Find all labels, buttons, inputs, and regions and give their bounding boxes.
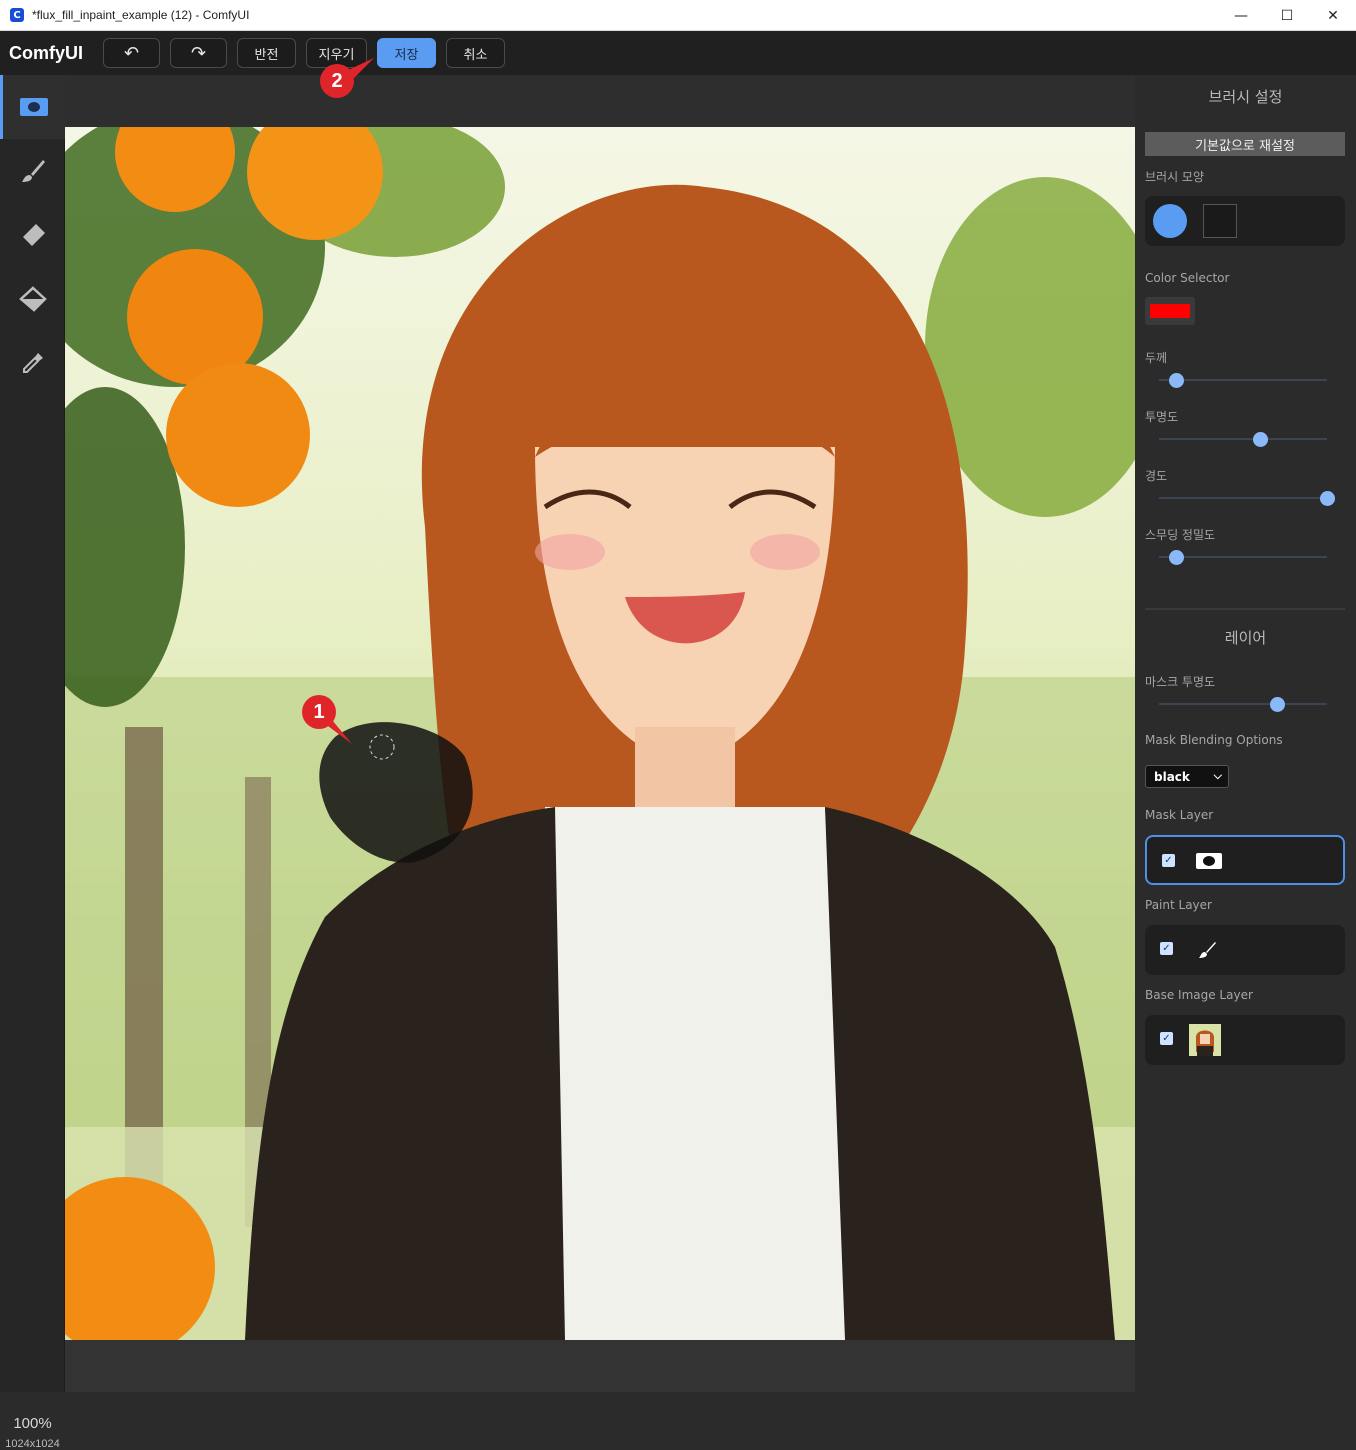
undo-icon: ↶	[123, 42, 140, 64]
mask-blending-value: black	[1154, 769, 1190, 784]
circle-brush-shape[interactable]	[1153, 204, 1187, 238]
hardness-label: 경도	[1145, 469, 1168, 483]
opacity-slider-thumb[interactable]	[1252, 432, 1268, 447]
paint-bucket-icon	[18, 286, 47, 312]
window-title: *flux_fill_inpaint_example (12) - ComfyU…	[32, 8, 250, 22]
paint-brush-tool-button[interactable]	[0, 139, 65, 203]
smoothing-precision-slider[interactable]	[1159, 550, 1327, 565]
brush-settings-title: 브러시 설정	[1208, 88, 1283, 106]
eraser-tool-button[interactable]	[0, 203, 65, 267]
color-selector-label: Color Selector	[1145, 271, 1230, 285]
tool-rail: 100% 1024x1024	[0, 75, 65, 1450]
brush-icon	[21, 160, 45, 182]
maximize-button[interactable]: ☐	[1264, 0, 1310, 31]
mask-layer-checkbox[interactable]: ✓	[1162, 854, 1175, 867]
mask-opacity-label: 마스크 투명도	[1145, 675, 1216, 689]
layers-title: 레이어	[1224, 629, 1267, 647]
invert-button[interactable]: 반전	[237, 38, 296, 68]
eyedropper-icon	[22, 353, 43, 373]
brush-shape-label: 브러시 모양	[1145, 170, 1205, 184]
panel-divider	[1145, 608, 1345, 610]
hardness-slider[interactable]	[1159, 491, 1335, 506]
eraser-icon	[22, 224, 45, 246]
chevron-down-icon: ⌵	[1213, 769, 1222, 782]
mask-blending-label: Mask Blending Options	[1145, 733, 1283, 747]
brand-title: ComfyUI	[9, 42, 84, 63]
paint-layer-brush-icon	[1199, 942, 1216, 958]
mask-layer-label: Mask Layer	[1145, 808, 1214, 822]
anime-girl-illustration	[65, 127, 1135, 1340]
color-picker-tool-button[interactable]	[0, 331, 65, 395]
opacity-label: 투명도	[1145, 410, 1179, 424]
square-brush-shape[interactable]	[1203, 204, 1237, 238]
thickness-label: 두께	[1145, 351, 1168, 365]
paint-layer-label: Paint Layer	[1145, 898, 1212, 912]
base-image-thumbnail	[1189, 1024, 1221, 1056]
hardness-slider-thumb[interactable]	[1320, 491, 1335, 506]
paint-bucket-tool-button[interactable]	[0, 267, 65, 331]
mask-icon	[20, 98, 48, 116]
mask-blending-select[interactable]: black ⌵	[1145, 765, 1229, 788]
annotation-pointer-2	[344, 58, 374, 78]
mask-layer-icon	[1196, 853, 1222, 869]
mask-opacity-slider[interactable]	[1159, 697, 1327, 712]
window-titlebar: C *flux_fill_inpaint_example (12) - Comf…	[0, 0, 1356, 31]
base-image-layer-card[interactable]: ✓	[1145, 1015, 1345, 1065]
color-selector[interactable]	[1145, 297, 1195, 325]
paint-layer-card[interactable]: ✓	[1145, 925, 1345, 975]
opacity-slider[interactable]	[1159, 432, 1327, 447]
smoothing-slider-thumb[interactable]	[1168, 550, 1184, 565]
canvas-dimensions: 1024x1024	[5, 1438, 60, 1450]
base-image-canvas[interactable]	[65, 127, 1135, 1340]
thickness-slider-thumb[interactable]	[1168, 373, 1184, 388]
comfyui-app-icon: C	[10, 8, 24, 22]
canvas-top-strip	[65, 75, 1135, 127]
mask-editor-toolbar: ComfyUI ↶ ↷ 반전 지우기 저장 취소	[0, 31, 1356, 75]
canvas-area	[65, 75, 1135, 1392]
redo-icon: ↷	[190, 42, 207, 64]
mask-layer-card[interactable]: ✓	[1145, 835, 1345, 885]
minimize-button[interactable]: —	[1218, 0, 1264, 31]
brush-shape-card	[1145, 196, 1345, 246]
window-controls: — ☐ ✕	[1218, 0, 1356, 31]
undo-button[interactable]: ↶	[103, 38, 160, 68]
annotation-pointer-1	[320, 720, 352, 744]
cancel-button[interactable]: 취소	[446, 38, 505, 68]
redo-button[interactable]: ↷	[170, 38, 227, 68]
zoom-level: 100%	[13, 1415, 52, 1432]
base-image-layer-label: Base Image Layer	[1145, 988, 1253, 1002]
smoothing-precision-label: 스무딩 정밀도	[1145, 528, 1216, 542]
mask-opacity-slider-thumb[interactable]	[1269, 697, 1285, 712]
reset-to-default-button[interactable]: 기본값으로 재설정	[1145, 132, 1345, 156]
base-image-layer-checkbox[interactable]: ✓	[1160, 1032, 1173, 1045]
settings-panel: 브러시 설정 기본값으로 재설정 브러시 모양 Color Selector 두…	[1135, 75, 1356, 1392]
mask-tool-button[interactable]	[0, 75, 65, 139]
close-button[interactable]: ✕	[1310, 0, 1356, 31]
thickness-slider[interactable]	[1159, 373, 1327, 388]
color-swatch	[1150, 304, 1190, 318]
save-button[interactable]: 저장	[377, 38, 436, 68]
paint-layer-checkbox[interactable]: ✓	[1160, 942, 1173, 955]
